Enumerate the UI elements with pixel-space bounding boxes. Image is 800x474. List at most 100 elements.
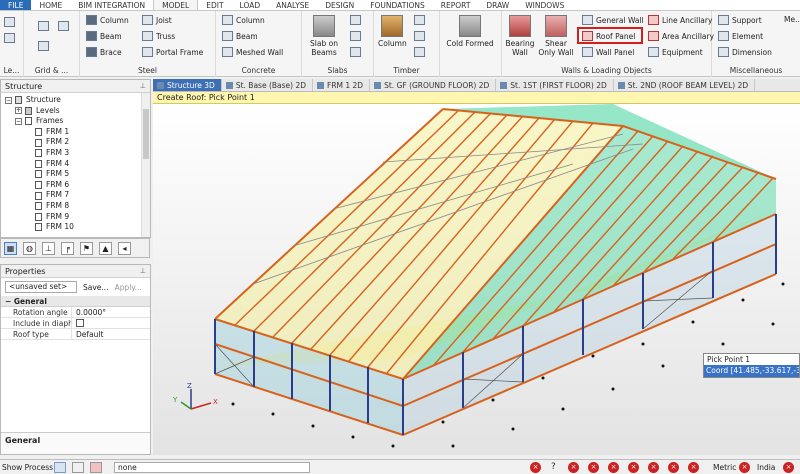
error-6-icon[interactable]: × xyxy=(648,462,659,473)
grid-construction-icon[interactable] xyxy=(38,41,52,51)
line-ancillary-button[interactable]: Line Ancillary xyxy=(648,15,712,25)
snap-icon[interactable] xyxy=(72,462,84,473)
cold-formed-button[interactable]: Cold Formed xyxy=(446,15,494,48)
wall-panel-button[interactable]: Wall Panel xyxy=(582,47,634,57)
level-tool-icon[interactable] xyxy=(4,17,18,27)
shear-only-wall-button[interactable]: Shear Only Wall xyxy=(538,15,574,57)
property-row[interactable]: Include in diaph... xyxy=(1,318,150,329)
tab-st-base[interactable]: St. Base (Base) 2D xyxy=(222,79,313,91)
timber-tool-1-icon[interactable] xyxy=(414,15,428,25)
tree-frame-item[interactable]: FRM 4 xyxy=(5,159,150,170)
select-mode-icon[interactable] xyxy=(54,462,66,473)
concrete-beam-button[interactable]: Beam xyxy=(222,31,258,41)
menu-file[interactable]: FILE xyxy=(0,0,32,10)
error-3-icon[interactable]: × xyxy=(588,462,599,473)
menu-draw[interactable]: DRAW xyxy=(478,0,517,10)
apply-button[interactable]: Apply... xyxy=(115,283,142,292)
dimension-button[interactable]: Dimension xyxy=(718,47,772,57)
globe-icon[interactable]: ◍ xyxy=(23,241,36,255)
command-input[interactable]: none xyxy=(114,462,310,473)
pin-icon[interactable]: ⊥ xyxy=(140,265,146,278)
support-button[interactable]: Support xyxy=(718,15,762,25)
property-set-select[interactable]: <unsaved set> xyxy=(5,281,77,293)
meshed-wall-button[interactable]: Meshed Wall xyxy=(222,47,283,57)
group-icon[interactable]: ▲ xyxy=(99,241,112,255)
grid-line-icon[interactable] xyxy=(38,21,52,31)
show-process-label[interactable]: Show Process xyxy=(2,462,53,473)
equipment-button[interactable]: Equipment xyxy=(648,47,703,57)
tab-st-2nd[interactable]: St. 2ND (ROOF BEAM LEVEL) 2D xyxy=(614,79,756,91)
general-wall-button[interactable]: General Wall xyxy=(582,15,644,25)
error-2-icon[interactable]: × xyxy=(568,462,579,473)
menu-foundations[interactable]: FOUNDATIONS xyxy=(362,0,433,10)
menu-edit[interactable]: EDIT xyxy=(198,0,231,10)
steel-portal-frame-button[interactable]: Portal Frame xyxy=(142,47,203,57)
menu-load[interactable]: LOAD xyxy=(232,0,269,10)
error-8-icon[interactable]: × xyxy=(688,462,699,473)
element-button[interactable]: Element xyxy=(718,31,763,41)
property-row[interactable]: Roof type Default xyxy=(1,329,150,340)
units-label[interactable]: Metric xyxy=(713,462,736,473)
frame-icon[interactable]: ╒ xyxy=(61,241,74,255)
structure-scrollbar[interactable] xyxy=(141,93,150,237)
scroll-thumb[interactable] xyxy=(143,109,149,159)
grid-snap-icon[interactable] xyxy=(90,462,102,473)
error-7-icon[interactable]: × xyxy=(668,462,679,473)
steel-truss-button[interactable]: Truss xyxy=(142,31,175,41)
menu-design[interactable]: DESIGN xyxy=(317,0,362,10)
concrete-column-button[interactable]: Column xyxy=(222,15,265,25)
bearing-wall-button[interactable]: Bearing Wall xyxy=(504,15,536,57)
structure-3d-viewport[interactable]: Z X Y xyxy=(153,104,800,455)
pick-point-coord[interactable]: Coord [41.485,-33.617,-3.30 xyxy=(704,365,799,377)
save-button[interactable]: Save... xyxy=(83,283,109,292)
tree-frame-item[interactable]: FRM 10 xyxy=(5,222,150,233)
region-label[interactable]: India xyxy=(757,462,775,473)
tree-frames[interactable]: − Frames xyxy=(5,116,150,127)
tree-frame-item[interactable]: FRM 8 xyxy=(5,201,150,212)
slab-tool-2-icon[interactable] xyxy=(350,31,364,41)
error-10-icon[interactable]: × xyxy=(783,462,794,473)
tree-levels[interactable]: + Levels xyxy=(5,106,150,117)
tree-frame-item[interactable]: FRM 2 xyxy=(5,137,150,148)
menu-report[interactable]: REPORT xyxy=(433,0,479,10)
pin-icon[interactable]: ⊥ xyxy=(140,80,146,93)
menu-windows[interactable]: WINDOWS xyxy=(517,0,572,10)
tree-frame-item[interactable]: FRM 7 xyxy=(5,190,150,201)
load-icon[interactable]: ⊥ xyxy=(42,241,55,255)
error-1-icon[interactable]: × xyxy=(530,462,541,473)
tab-st-gf[interactable]: St. GF (GROUND FLOOR) 2D xyxy=(370,79,497,91)
tree-root[interactable]: − Structure xyxy=(5,95,150,106)
tab-frm-1[interactable]: FRM 1 2D xyxy=(313,79,371,91)
tab-structure-3d[interactable]: Structure 3D xyxy=(153,79,222,91)
tree-frame-item[interactable]: FRM 9 xyxy=(5,212,150,223)
include-in-diaphragm-checkbox[interactable] xyxy=(76,319,84,327)
grid-arc-icon[interactable] xyxy=(58,21,72,31)
slab-tool-3-icon[interactable] xyxy=(350,47,364,57)
menu-home[interactable]: HOME xyxy=(31,0,70,10)
level-list-icon[interactable] xyxy=(4,33,18,43)
timber-tool-2-icon[interactable] xyxy=(414,31,428,41)
tree-frame-item[interactable]: FRM 5 xyxy=(5,169,150,180)
timber-tool-3-icon[interactable] xyxy=(414,47,428,57)
steel-brace-button[interactable]: Brace xyxy=(86,47,122,57)
menu-bim-integration[interactable]: BIM INTEGRATION xyxy=(70,0,153,10)
menu-model[interactable]: MODEL xyxy=(153,0,199,10)
steel-beam-button[interactable]: Beam xyxy=(86,31,122,41)
error-5-icon[interactable]: × xyxy=(628,462,639,473)
steel-column-button[interactable]: Column xyxy=(86,15,129,25)
property-category[interactable]: − General xyxy=(1,296,150,307)
help-icon[interactable]: ? xyxy=(551,462,556,473)
timber-column-button[interactable]: Column xyxy=(378,15,407,48)
error-4-icon[interactable]: × xyxy=(608,462,619,473)
error-9-icon[interactable]: × xyxy=(739,462,750,473)
slab-on-beams-button[interactable]: Slab on Beams xyxy=(306,15,342,57)
menu-analyse[interactable]: ANALYSE xyxy=(268,0,317,10)
steel-joist-button[interactable]: Joist xyxy=(142,15,172,25)
tree-frame-item[interactable]: FRM 3 xyxy=(5,148,150,159)
tab-st-1st[interactable]: St. 1ST (FIRST FLOOR) 2D xyxy=(496,79,614,91)
property-row[interactable]: Rotation angle 0.0000° xyxy=(1,307,150,318)
tree-frame-item[interactable]: FRM 6 xyxy=(5,180,150,191)
design-icon[interactable]: ⚑ xyxy=(80,241,93,255)
area-ancillary-button[interactable]: Area Ancillary xyxy=(648,31,714,41)
tree-frame-item[interactable]: FRM 1 xyxy=(5,127,150,138)
